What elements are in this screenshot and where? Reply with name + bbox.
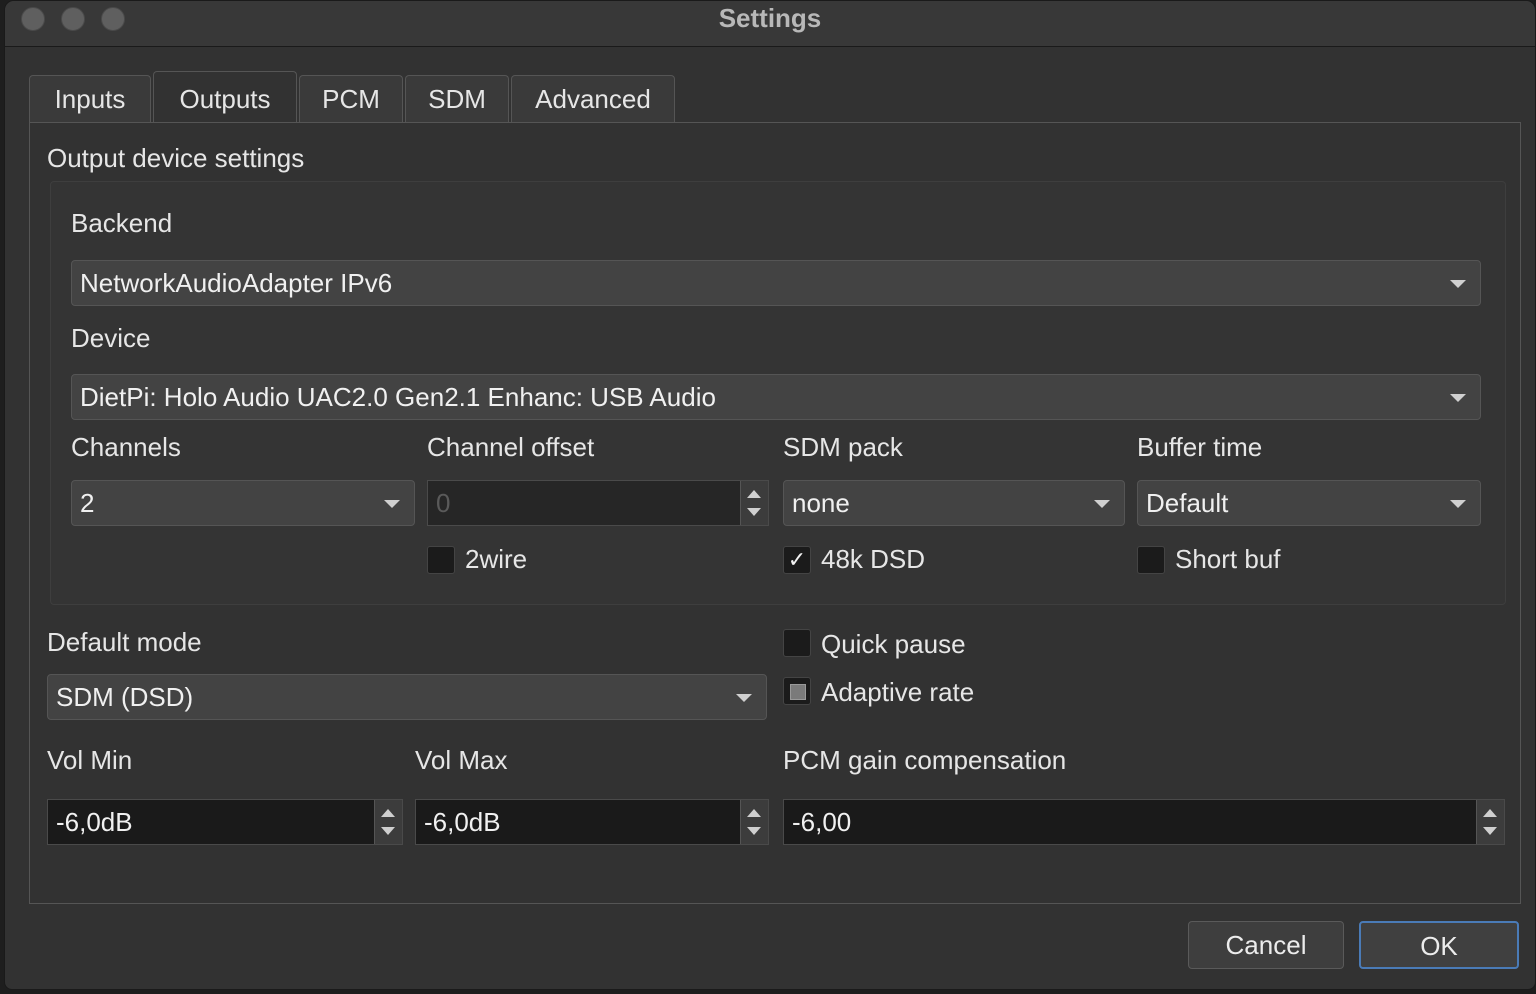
pcm-gain-value: -6,00 xyxy=(792,807,852,837)
channel-offset-label: Channel offset xyxy=(427,432,595,462)
buffer-time-value: Default xyxy=(1146,488,1229,518)
tab-outputs[interactable]: Outputs xyxy=(153,71,297,124)
vol-min-label: Vol Min xyxy=(47,745,133,775)
short-buf-label: Short buf xyxy=(1175,544,1281,574)
tab-pcm[interactable]: PCM xyxy=(299,75,403,123)
default-mode-select[interactable]: SDM (DSD) xyxy=(47,674,767,720)
output-device-group: Backend NetworkAudioAdapter IPv6 Device … xyxy=(50,181,1506,605)
cancel-button[interactable]: Cancel xyxy=(1188,921,1344,969)
chevron-up-icon xyxy=(1483,809,1497,817)
vol-max-value: -6,0dB xyxy=(424,807,501,837)
sdm-pack-select[interactable]: none xyxy=(783,480,1125,526)
chevron-down-icon xyxy=(747,827,761,835)
spin-buttons[interactable] xyxy=(374,800,402,844)
default-mode-value: SDM (DSD) xyxy=(56,682,194,712)
backend-select[interactable]: NetworkAudioAdapter IPv6 xyxy=(71,260,1481,306)
tab-advanced[interactable]: Advanced xyxy=(511,75,675,123)
outputs-pane: Output device settings Backend NetworkAu… xyxy=(29,122,1521,904)
adaptive-rate-checkbox[interactable] xyxy=(783,677,811,705)
spin-buttons[interactable] xyxy=(740,800,768,844)
twowire-checkbox[interactable] xyxy=(427,546,455,574)
chevron-down-icon xyxy=(1483,827,1497,835)
channels-select[interactable]: 2 xyxy=(71,480,415,526)
quick-pause-label: Quick pause xyxy=(821,629,966,659)
channels-value: 2 xyxy=(80,488,95,518)
pcm-gain-label: PCM gain compensation xyxy=(783,745,1067,775)
ok-button[interactable]: OK xyxy=(1359,921,1519,969)
spin-buttons[interactable] xyxy=(740,481,768,525)
device-value: DietPi: Holo Audio UAC2.0 Gen2.1 Enhanc:… xyxy=(80,382,716,412)
window-title: Settings xyxy=(718,3,822,33)
settings-window: Settings Inputs Outputs PCM SDM Advanced… xyxy=(4,0,1536,990)
chevron-down-icon xyxy=(1450,500,1466,508)
device-label: Device xyxy=(71,323,151,353)
buffer-time-select[interactable]: Default xyxy=(1137,480,1481,526)
section-title: Output device settings xyxy=(47,143,305,173)
spin-buttons[interactable] xyxy=(1476,800,1504,844)
title-bar: Settings xyxy=(5,1,1535,47)
tab-sdm[interactable]: SDM xyxy=(405,75,509,123)
chevron-up-icon xyxy=(747,809,761,817)
chevron-down-icon xyxy=(736,694,752,702)
default-mode-label: Default mode xyxy=(47,627,202,657)
chevron-up-icon xyxy=(747,490,761,498)
quick-pause-checkbox[interactable] xyxy=(783,629,811,657)
vol-min-spinbox[interactable]: -6,0dB xyxy=(47,799,403,845)
chevron-down-icon xyxy=(1094,500,1110,508)
checkmark-icon: ✓ xyxy=(787,547,807,572)
short-buf-checkbox[interactable] xyxy=(1137,546,1165,574)
chevron-down-icon xyxy=(381,827,395,835)
vol-min-value: -6,0dB xyxy=(56,807,133,837)
chevron-down-icon xyxy=(747,508,761,516)
dsd48k-label: 48k DSD xyxy=(821,544,926,574)
dsd48k-checkbox[interactable]: ✓ xyxy=(783,546,811,574)
pcm-gain-spinbox[interactable]: -6,00 xyxy=(783,799,1505,845)
twowire-label: 2wire xyxy=(465,544,528,574)
chevron-down-icon xyxy=(1450,280,1466,288)
chevron-down-icon xyxy=(1450,394,1466,402)
tab-inputs[interactable]: Inputs xyxy=(29,75,151,123)
vol-max-spinbox[interactable]: -6,0dB xyxy=(415,799,769,845)
channels-label: Channels xyxy=(71,432,181,462)
backend-label: Backend xyxy=(71,208,173,238)
vol-max-label: Vol Max xyxy=(415,745,508,775)
channel-offset-spinbox[interactable]: 0 xyxy=(427,480,769,526)
sdm-pack-value: none xyxy=(792,488,850,518)
sdm-pack-label: SDM pack xyxy=(783,432,903,462)
device-select[interactable]: DietPi: Holo Audio UAC2.0 Gen2.1 Enhanc:… xyxy=(71,374,1481,420)
chevron-up-icon xyxy=(381,809,395,817)
channel-offset-value: 0 xyxy=(436,488,451,518)
adaptive-rate-label: Adaptive rate xyxy=(821,677,975,707)
buffer-time-label: Buffer time xyxy=(1137,432,1263,462)
backend-value: NetworkAudioAdapter IPv6 xyxy=(80,268,393,298)
chevron-down-icon xyxy=(384,500,400,508)
